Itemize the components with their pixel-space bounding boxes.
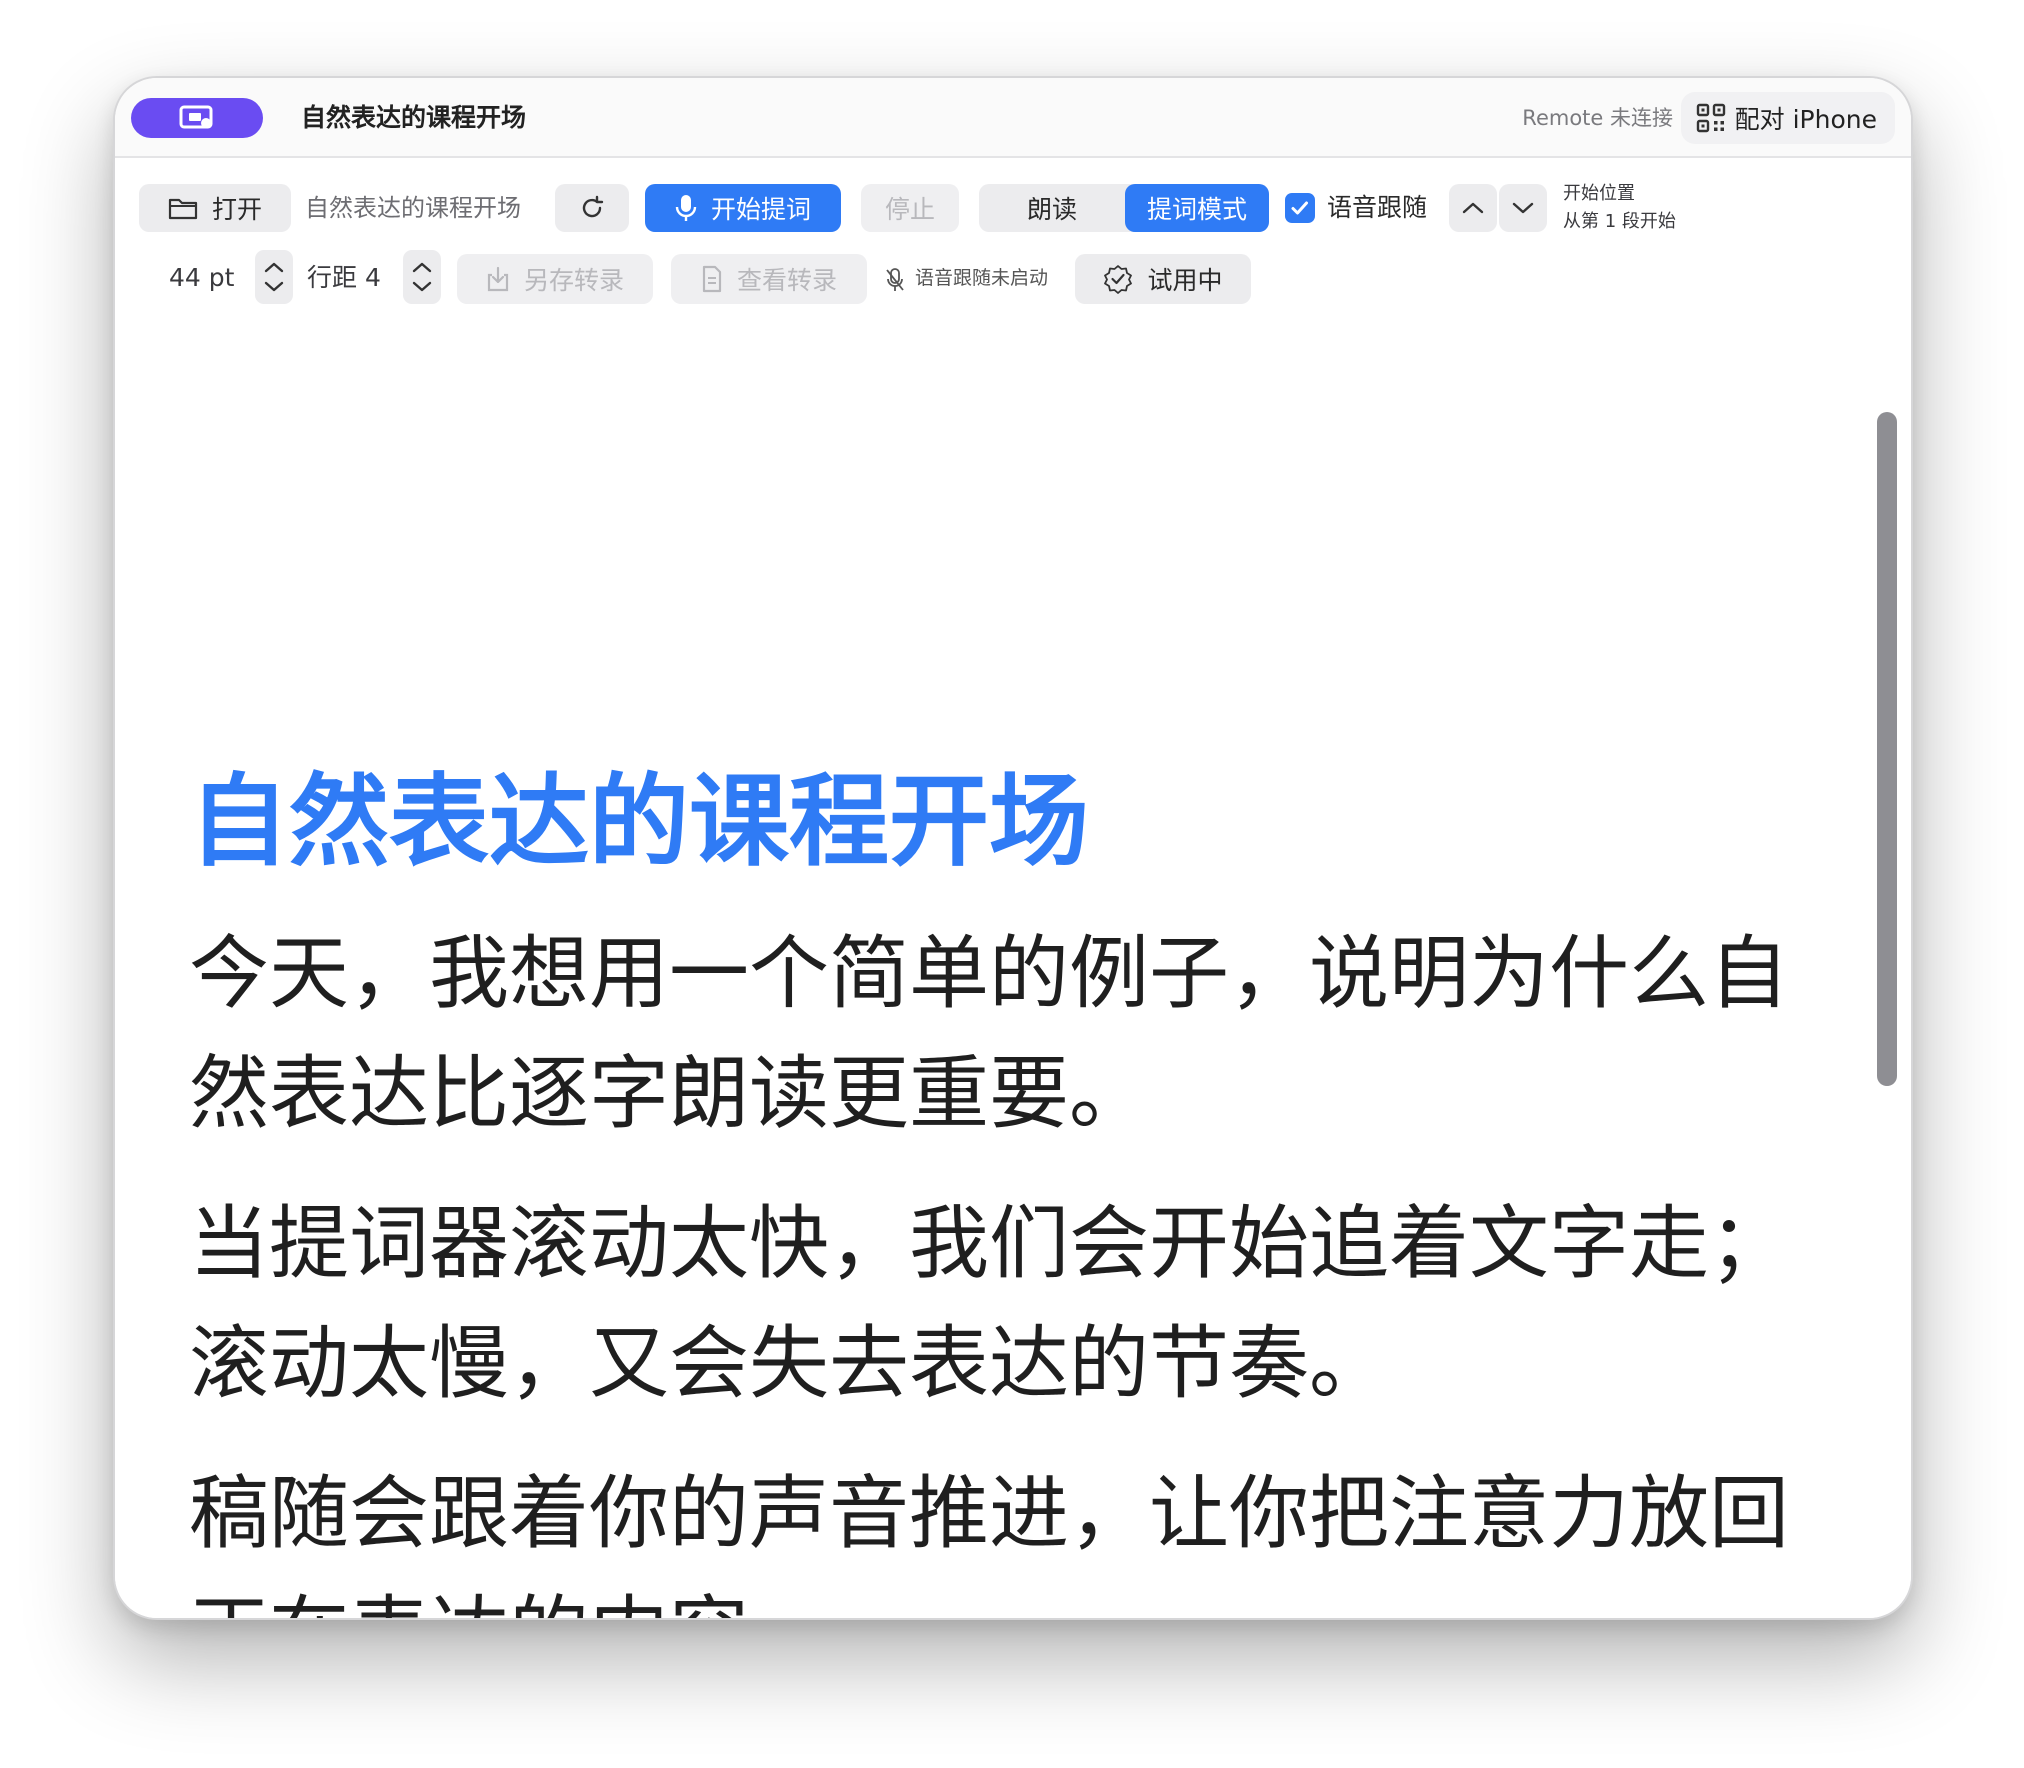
mic-off-icon	[886, 268, 904, 291]
line-spacing-stepper[interactable]	[403, 250, 441, 304]
save-transcript-label: 另存转录	[523, 266, 624, 295]
toolbar: 打开 自然表达的课程开场 开始提词 停止 朗读 提词模式 语音跟随 开始位置 从…	[115, 158, 1911, 318]
open-button[interactable]: 打开	[139, 184, 291, 232]
start-position-value: 从第 1 段开始	[1563, 211, 1676, 232]
mic-icon	[675, 195, 697, 221]
app-window: 自然表达的课程开场 Remote 未连接 配对 iPhone 打开 自然表达的课…	[113, 76, 1913, 1620]
voice-follow-checkbox[interactable]	[1285, 193, 1315, 223]
stop-button[interactable]: 停止	[861, 184, 959, 232]
prompter-content[interactable]: 自然表达的课程开场 今天，我想用一个简单的例子，说明为什么自然表达比逐字朗读更重…	[115, 318, 1911, 1618]
app-logo-icon	[179, 105, 213, 129]
script-title: 自然表达的课程开场	[189, 763, 1089, 880]
stop-label: 停止	[884, 195, 935, 224]
download-icon	[487, 266, 509, 292]
chevron-up-icon[interactable]	[263, 260, 285, 274]
mode-read-tab[interactable]: 朗读	[979, 184, 1125, 232]
chevron-up-icon	[1462, 202, 1484, 214]
folder-icon	[168, 198, 198, 220]
pair-iphone-button[interactable]: 配对 iPhone	[1680, 92, 1895, 144]
mode-prompter-tab[interactable]: 提词模式	[1125, 184, 1269, 232]
line-spacing-value: 行距 4	[307, 263, 381, 292]
previous-paragraph-button[interactable]	[1449, 184, 1497, 232]
pair-iphone-label: 配对 iPhone	[1734, 105, 1877, 134]
remote-status: Remote 未连接	[1522, 106, 1673, 130]
chevron-down-icon	[1512, 202, 1534, 214]
script-paragraph: 稿随会跟着你的声音推进，让你把注意力放回正在表达的内容。	[189, 1467, 1789, 1618]
voice-follow-label: 语音跟随	[1327, 193, 1428, 222]
reload-button[interactable]	[555, 184, 629, 232]
next-paragraph-button[interactable]	[1499, 184, 1547, 232]
title-bar: 自然表达的课程开场 Remote 未连接 配对 iPhone	[115, 78, 1911, 158]
view-transcript-button[interactable]: 查看转录	[671, 254, 867, 304]
voice-follow-status: 语音跟随未启动	[915, 267, 1049, 289]
reload-icon	[582, 195, 604, 218]
font-size-value: 44 pt	[169, 263, 235, 292]
start-prompter-label: 开始提词	[710, 195, 811, 224]
qr-code-icon	[1696, 103, 1725, 133]
file-name: 自然表达的课程开场	[305, 194, 521, 222]
document-icon	[702, 265, 722, 293]
script-paragraph: 当提词器滚动太快，我们会开始追着文字走；滚动太慢，又会失去表达的节奏。	[189, 1197, 1789, 1410]
font-size-stepper[interactable]	[255, 250, 293, 304]
chevron-down-icon[interactable]	[263, 280, 285, 294]
start-prompter-button[interactable]: 开始提词	[645, 184, 841, 232]
trial-label: 试用中	[1147, 266, 1223, 295]
mode-segmented-control: 朗读 提词模式	[979, 184, 1269, 232]
start-position-title: 开始位置	[1563, 183, 1635, 204]
scrollbar-thumb[interactable]	[1877, 412, 1897, 1086]
view-transcript-label: 查看转录	[736, 266, 837, 295]
app-mode-button[interactable]	[131, 98, 263, 138]
trial-status-button[interactable]: 试用中	[1075, 254, 1251, 304]
badge-check-icon	[1104, 265, 1133, 294]
window-title: 自然表达的课程开场	[301, 103, 527, 132]
save-transcript-button[interactable]: 另存转录	[457, 254, 653, 304]
chevron-down-icon[interactable]	[411, 280, 433, 294]
chevron-up-icon[interactable]	[411, 260, 433, 274]
script-paragraph: 今天，我想用一个简单的例子，说明为什么自然表达比逐字朗读更重要。	[189, 927, 1789, 1140]
open-label: 打开	[211, 195, 262, 224]
checkmark-icon	[1291, 201, 1308, 215]
